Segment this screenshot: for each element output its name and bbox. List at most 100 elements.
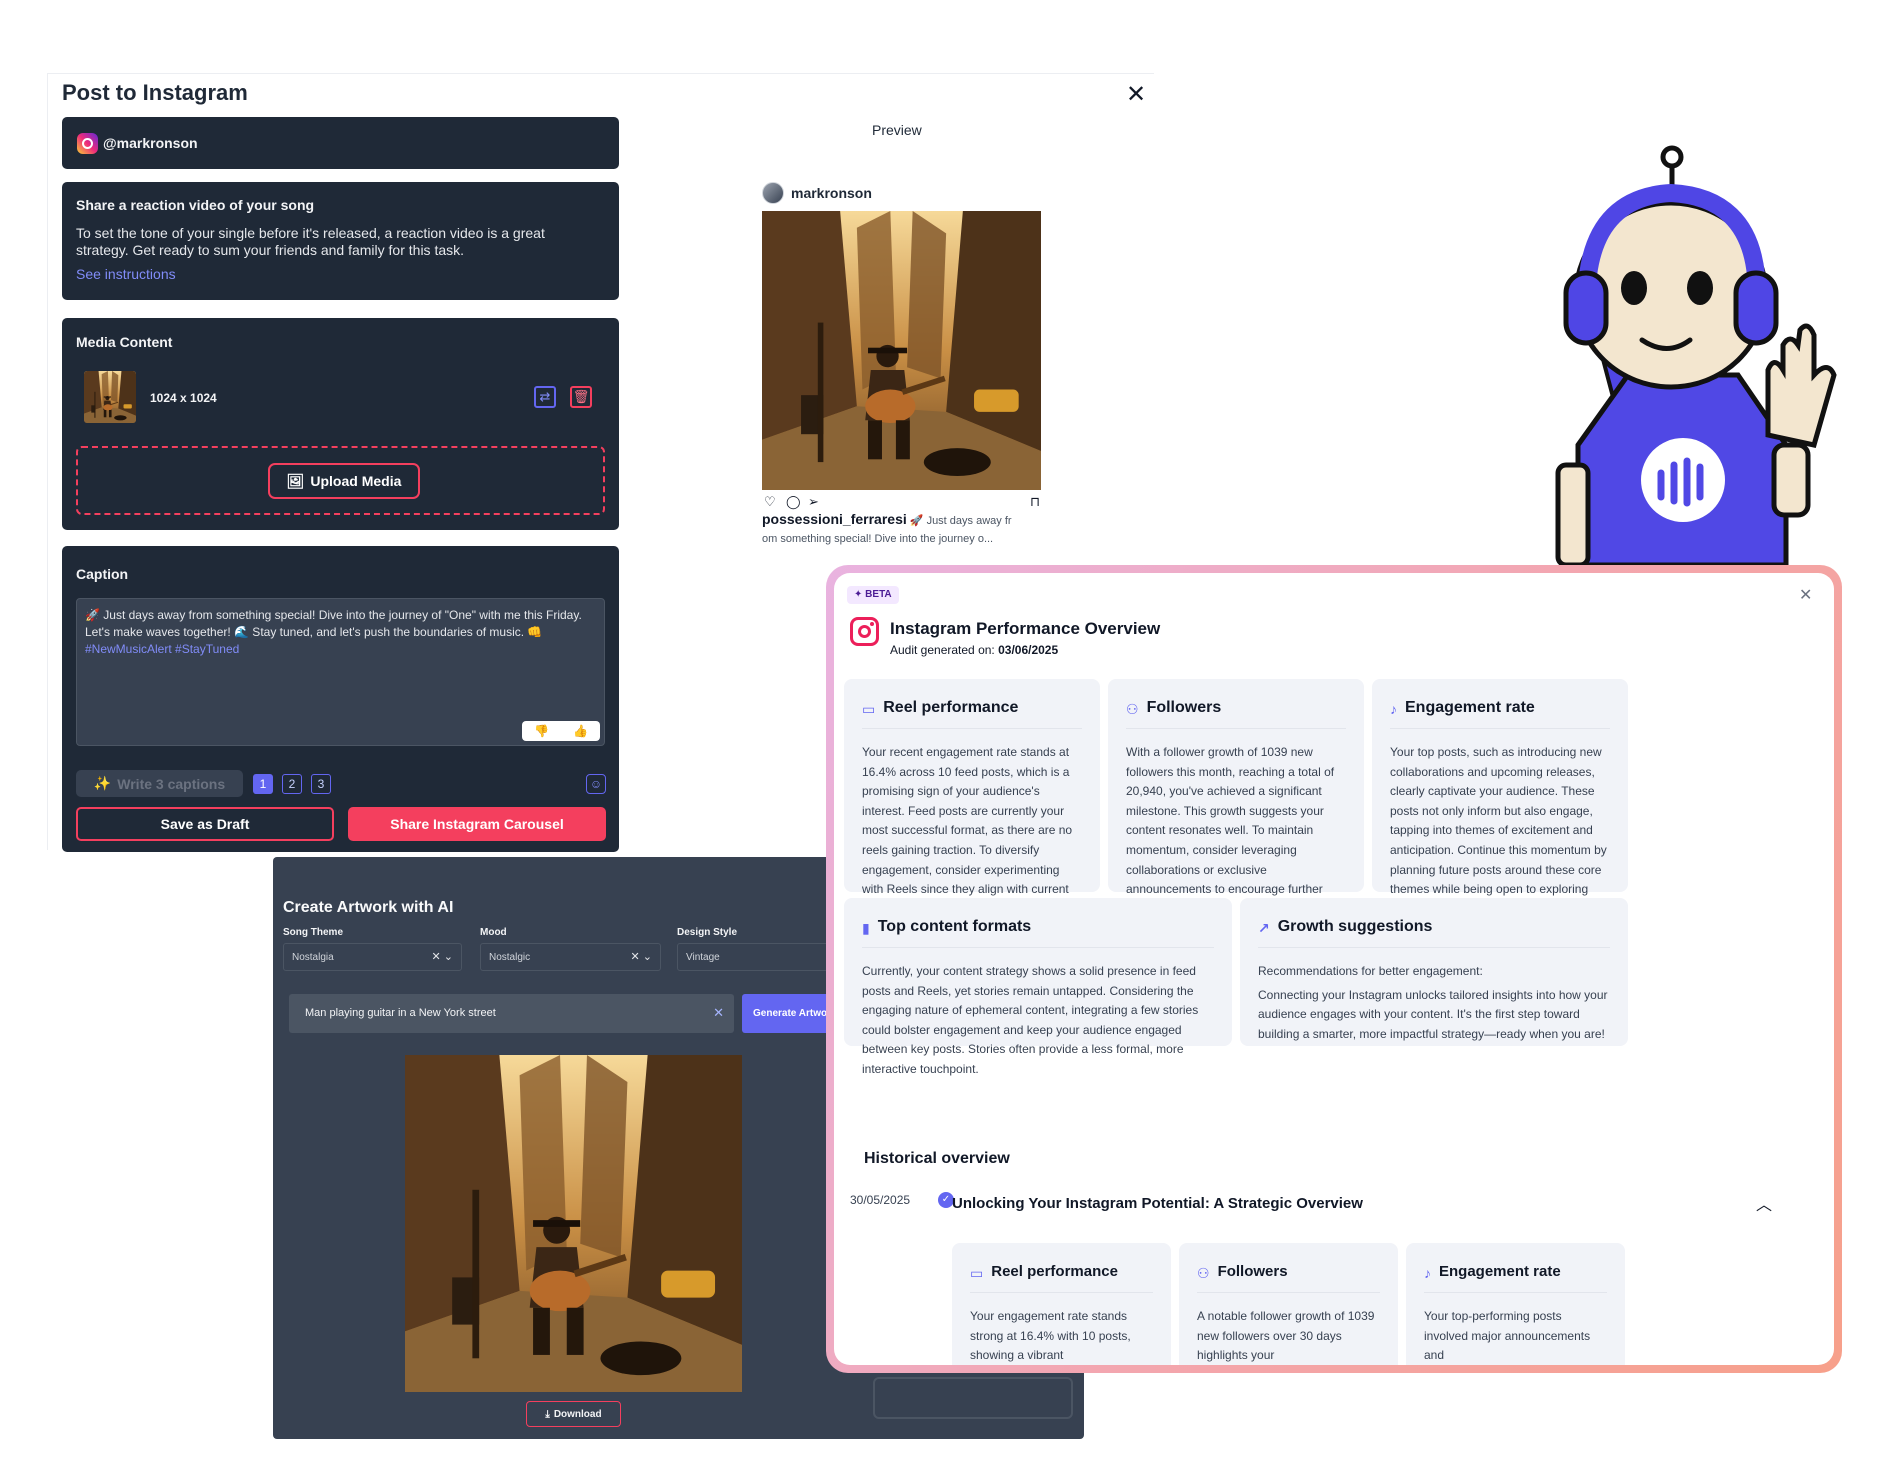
caption-title: Caption — [76, 566, 129, 582]
media-thumbnail[interactable] — [84, 371, 136, 423]
card-title: Reel performance — [883, 699, 1019, 716]
card-body: Currently, your content strategy shows a… — [862, 964, 1199, 1076]
robot-mascot-illustration — [1538, 145, 1850, 568]
send-icon: ➢ — [808, 494, 819, 509]
mood-label: Mood — [480, 927, 507, 938]
avatar — [762, 182, 784, 204]
music-note-icon: ♪ — [1390, 701, 1397, 717]
dialog-title: Post to Instagram — [62, 80, 248, 105]
sparkle-icon: ✨ — [93, 775, 112, 791]
thumbs-up-icon[interactable]: 👍 — [561, 721, 600, 741]
historical-overview-title: Historical overview — [864, 1150, 1010, 1167]
feedback-buttons: 👎 👍 — [522, 721, 600, 741]
card-header: ▮ Top content formats — [862, 918, 1214, 948]
instagram-icon — [77, 133, 98, 154]
card-header: ⚇ Followers — [1126, 699, 1346, 729]
user-icon: ⚇ — [1197, 1265, 1210, 1281]
card-body: A notable follower growth of 1039 new fo… — [1197, 1309, 1375, 1363]
artwork-title: Create Artwork with AI — [283, 899, 454, 916]
prompt-text: Man playing guitar in a New York street — [305, 1007, 496, 1019]
preview-username: markronson — [791, 185, 872, 201]
trash-icon[interactable]: 🗑 — [570, 386, 592, 408]
media-dimensions: 1024 x 1024 — [150, 391, 217, 405]
media-title: Media Content — [76, 334, 173, 350]
heart-icon: ♡ — [764, 494, 776, 509]
growth-intro: Recommendations for better engagement: — [1258, 964, 1483, 978]
song-theme-value: Nostalgia — [292, 952, 334, 963]
audit-date: 03/06/2025 — [998, 643, 1059, 657]
upload-image-icon: 🖼 — [286, 472, 305, 489]
preview-caption-line1: 🚀 Just days away fr — [909, 515, 1012, 527]
growth-text: Connecting your Instagram unlocks tailor… — [1258, 987, 1608, 1041]
media-content-card: Media Content 1024 x 1024 ⇄ 🗑 🖼 Upload M… — [62, 318, 619, 530]
history-engagement-card: ♪ Engagement rate Your top-performing po… — [1406, 1243, 1625, 1365]
history-followers-card: ⚇ Followers A notable follower growth of… — [1179, 1243, 1398, 1365]
close-icon[interactable]: ✕ — [1799, 585, 1812, 605]
artwork-prompt-input[interactable]: Man playing guitar in a New York street … — [289, 994, 734, 1033]
preview-image — [762, 211, 1041, 490]
card-body: Your engagement rate stands strong at 16… — [970, 1309, 1131, 1363]
write-captions-label: Write 3 captions — [117, 775, 226, 792]
card-header: ♪ Engagement rate — [1424, 1263, 1607, 1293]
caption-card: Caption 🚀 Just days away from something … — [62, 546, 619, 852]
chevron-down-icon[interactable]: ✕ ⌄ — [432, 950, 454, 963]
overview-title: Instagram Performance Overview — [890, 619, 1161, 638]
card-title: Followers — [1146, 699, 1222, 716]
beta-badge: ✦ BETA — [847, 586, 899, 604]
task-title: Share a reaction video of your song — [76, 197, 315, 213]
song-theme-select[interactable]: Nostalgia ✕ ⌄ — [283, 943, 462, 971]
download-icon: ⤓ — [545, 1408, 550, 1420]
card-title: Engagement rate — [1439, 1263, 1561, 1280]
write-captions-button[interactable]: ✨ Write 3 captions — [76, 770, 243, 797]
card-header: ▭ Reel performance — [970, 1263, 1153, 1293]
card-title: Top content formats — [877, 918, 1032, 935]
card-body: With a follower growth of 1039 new follo… — [1126, 745, 1335, 916]
preview-caption-line2: om something special! Dive into the jour… — [762, 533, 994, 545]
share-carousel-button[interactable]: Share Instagram Carousel — [348, 807, 606, 841]
background-panel-edge — [873, 1377, 1073, 1419]
mood-select[interactable]: Nostalgic ✕ ⌄ — [480, 943, 661, 971]
emoji-icon[interactable]: ☺ — [586, 774, 606, 794]
see-instructions-link[interactable]: See instructions — [76, 266, 176, 282]
task-description: To set the tone of your single before it… — [76, 225, 545, 258]
followers-card: ⚇ Followers With a follower growth of 10… — [1108, 679, 1364, 916]
upload-dropzone[interactable]: 🖼 Upload Media — [76, 446, 605, 515]
music-note-icon: ♪ — [1424, 1265, 1431, 1281]
replace-icon[interactable]: ⇄ — [534, 386, 556, 408]
bar-chart-icon: ▮ — [862, 920, 870, 936]
download-button[interactable]: ⤓ Download — [526, 1401, 621, 1427]
audit-line: Audit generated on: 03/06/2025 — [890, 643, 1058, 657]
performance-content: ✦ BETA ✕ Instagram Performance Overview … — [834, 573, 1834, 1365]
user-icon: ⚇ — [1126, 701, 1139, 717]
caption-hashtags: #NewMusicAlert #StayTuned — [85, 642, 240, 656]
account-handle: @markronson — [103, 135, 198, 151]
upload-media-button[interactable]: 🖼 Upload Media — [268, 463, 420, 499]
card-body: Recommendations for better engagement: C… — [1258, 962, 1610, 1044]
caption-textarea[interactable]: 🚀 Just days away from something special!… — [76, 598, 605, 746]
thumbs-down-icon[interactable]: 👎 — [522, 721, 561, 741]
caption-option-3[interactable]: 3 — [311, 774, 331, 794]
growth-suggestions-card: ↗ Growth suggestions Recommendations for… — [1240, 898, 1628, 1046]
caption-option-1[interactable]: 1 — [253, 774, 273, 794]
card-body: Your top posts, such as introducing new … — [1390, 745, 1607, 916]
trend-up-icon: ↗ — [1258, 920, 1270, 936]
top-content-formats-card: ▮ Top content formats Currently, your co… — [844, 898, 1232, 1076]
history-date: 30/05/2025 — [850, 1193, 911, 1207]
preview-label: Preview — [872, 122, 922, 138]
close-icon[interactable]: ✕ — [1126, 80, 1146, 109]
instagram-performance-overview: ✦ BETA ✕ Instagram Performance Overview … — [826, 565, 1842, 1373]
caption-option-2[interactable]: 2 — [282, 774, 302, 794]
reel-performance-card: ▭ Reel performance Your recent engagemen… — [844, 679, 1100, 935]
card-header: ⚇ Followers — [1197, 1263, 1380, 1293]
chevron-up-icon[interactable]: ︿ — [1756, 1191, 1772, 1215]
download-label: Download — [553, 1408, 602, 1420]
preview-caption: possessioni_ferraresi 🚀 Just days away f… — [762, 510, 1042, 548]
close-icon[interactable]: ✕ — [713, 1005, 724, 1021]
bookmark-icon: ⊓ — [1030, 494, 1041, 509]
design-style-value: Vintage — [686, 952, 720, 963]
chevron-down-icon[interactable]: ✕ ⌄ — [631, 950, 653, 963]
engagement-rate-card: ♪ Engagement rate Your top posts, such a… — [1372, 679, 1628, 916]
generated-artwork-image — [405, 1055, 742, 1392]
history-heading[interactable]: Unlocking Your Instagram Potential: A St… — [952, 1195, 1363, 1212]
save-draft-button[interactable]: Save as Draft — [76, 807, 334, 841]
